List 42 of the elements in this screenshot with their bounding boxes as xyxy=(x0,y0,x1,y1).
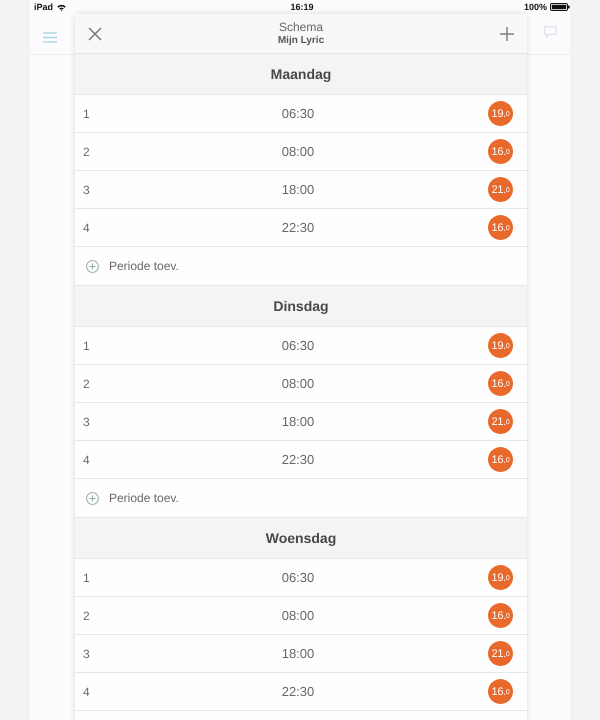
period-number: 3 xyxy=(83,646,90,660)
period-time: 22:30 xyxy=(282,452,314,467)
period-time: 08:00 xyxy=(282,608,314,623)
battery-icon xyxy=(550,3,570,11)
period-number: 2 xyxy=(83,376,90,390)
period-number: 3 xyxy=(83,414,90,428)
period-time: 18:00 xyxy=(282,646,314,661)
period-time: 06:30 xyxy=(282,338,314,353)
add-period-button[interactable]: Periode toev. xyxy=(86,491,179,505)
wifi-icon xyxy=(57,4,66,10)
day-header: Dinsdag xyxy=(75,286,527,327)
period-time: 22:30 xyxy=(282,684,314,699)
device-name: iPad xyxy=(34,2,54,12)
day-header: Maandag xyxy=(75,54,527,95)
period-time: 06:30 xyxy=(282,570,314,585)
battery-percent: 100% xyxy=(524,2,547,12)
period-time: 18:00 xyxy=(282,182,314,197)
period-time: 08:00 xyxy=(282,144,314,159)
plus-circle-icon xyxy=(86,492,99,504)
period-time: 22:30 xyxy=(282,220,314,235)
close-button[interactable] xyxy=(87,26,103,42)
add-button[interactable] xyxy=(499,26,515,42)
period-number: 4 xyxy=(83,220,90,234)
period-number: 1 xyxy=(83,106,90,120)
period-number: 4 xyxy=(83,452,90,466)
period-number: 1 xyxy=(83,570,90,584)
period-time: 08:00 xyxy=(282,376,314,391)
add-period-button[interactable]: Periode toev. xyxy=(86,259,179,273)
period-number: 3 xyxy=(83,182,90,196)
plus-circle-icon xyxy=(86,260,99,272)
period-number: 2 xyxy=(83,144,90,158)
day-header: Woensdag xyxy=(75,518,527,559)
period-time: 06:30 xyxy=(282,106,314,121)
period-number: 2 xyxy=(83,608,90,622)
status-time: 16:19 xyxy=(290,2,314,12)
plus-icon xyxy=(500,26,514,40)
close-icon xyxy=(88,26,102,40)
sheet-subtitle: Mijn Lyric xyxy=(278,34,324,46)
period-time: 18:00 xyxy=(282,414,314,429)
sheet-title: Schema xyxy=(278,20,324,35)
period-number: 1 xyxy=(83,338,90,352)
period-number: 4 xyxy=(83,684,90,698)
